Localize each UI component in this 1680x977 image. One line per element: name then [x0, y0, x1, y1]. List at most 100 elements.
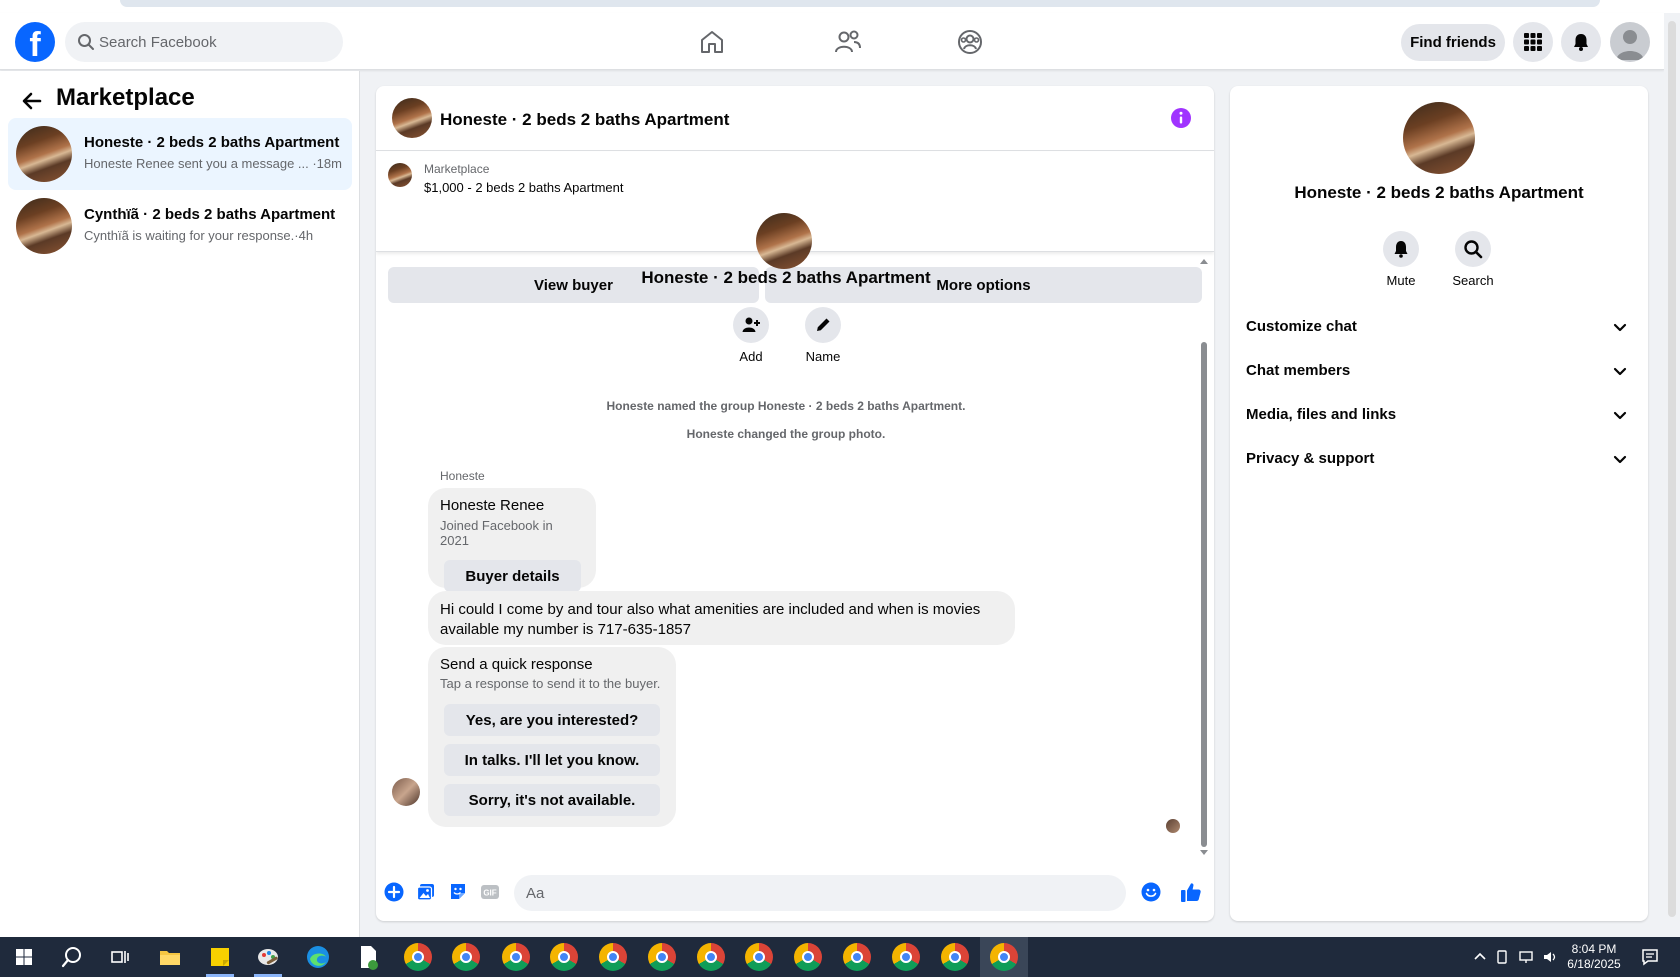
chrome-profile-icon[interactable]	[990, 943, 1018, 971]
sidebar-title: Marketplace	[56, 84, 195, 111]
sender-name: Honeste	[440, 469, 485, 483]
action-label: Name	[805, 349, 841, 364]
mute-action[interactable]: Mute	[1371, 231, 1431, 288]
conversation-item[interactable]: Cynthïã · 2 beds 2 baths Apartment Cynth…	[8, 190, 352, 262]
info-icon[interactable]	[1170, 107, 1192, 129]
group-photo-large[interactable]	[1403, 102, 1475, 174]
pencil-icon	[817, 318, 830, 331]
sticky-notes-icon[interactable]	[206, 943, 234, 971]
notification-center-icon[interactable]	[1640, 947, 1660, 967]
search-in-chat-action[interactable]: Search	[1443, 231, 1503, 288]
chrome-profile-icon[interactable]	[794, 943, 822, 971]
clock[interactable]: 8:04 PM 6/18/2025	[1552, 942, 1636, 972]
chat-panel: Honeste · 2 beds 2 baths Apartment Marke…	[376, 86, 1214, 921]
back-arrow-icon[interactable]	[20, 89, 44, 113]
network-icon[interactable]	[1518, 949, 1534, 965]
privacy-support-section[interactable]: Privacy & support	[1238, 437, 1640, 481]
search-icon	[1464, 240, 1483, 259]
chrome-profile-icon[interactable]	[502, 943, 530, 971]
clock-time: 8:04 PM	[1571, 942, 1617, 956]
chat-photo[interactable]	[392, 98, 432, 138]
chat-header: Honeste · 2 beds 2 baths Apartment	[376, 86, 1214, 151]
friends-icon[interactable]	[832, 26, 864, 58]
chrome-profile-icon[interactable]	[941, 943, 969, 971]
task-view-icon[interactable]	[106, 943, 134, 971]
info-panel-title: Honeste · 2 beds 2 baths Apartment	[1294, 183, 1584, 202]
marketplace-sidebar: Marketplace Honeste · 2 beds 2 baths Apa…	[0, 71, 360, 937]
find-friends-button[interactable]: Find friends	[1401, 24, 1505, 61]
search-box[interactable]	[65, 22, 343, 62]
buyer-details-button[interactable]: Buyer details	[444, 560, 581, 592]
sticker-icon[interactable]	[448, 882, 468, 902]
menu-grid-button[interactable]	[1513, 22, 1553, 62]
section-label: Customize chat	[1246, 318, 1357, 335]
quick-response-bubble: Send a quick response Tap a response to …	[428, 647, 676, 827]
chrome-profile-icon[interactable]	[843, 943, 871, 971]
chrome-profile-icon[interactable]	[892, 943, 920, 971]
tray-overflow-chevron-icon[interactable]	[1472, 949, 1488, 965]
conversation-preview: Cynthïã is waiting for your response.·4h	[84, 228, 314, 243]
bell-icon	[1574, 34, 1588, 51]
file-explorer-icon[interactable]	[156, 943, 184, 971]
message-composer: GIF	[376, 863, 1214, 921]
taskbar-search-icon[interactable]	[58, 943, 86, 971]
paint-icon[interactable]	[254, 943, 282, 971]
listing-price-title[interactable]: $1,000 - 2 beds 2 baths Apartment	[424, 180, 623, 195]
chrome-profile-icon[interactable]	[452, 943, 480, 971]
buyer-name: Honeste Renee	[440, 497, 545, 514]
chat-members-section[interactable]: Chat members	[1238, 349, 1640, 393]
like-thumb-icon[interactable]	[1180, 881, 1202, 903]
chrome-profile-icon[interactable]	[697, 943, 725, 971]
top-navigation-bar: f Find friends	[0, 13, 1664, 70]
device-icon[interactable]	[1494, 949, 1510, 965]
page-scrollbar-thumb[interactable]	[1668, 21, 1676, 917]
add-people-action[interactable]: Add	[721, 307, 781, 364]
chrome-profile-icon[interactable]	[550, 943, 578, 971]
facebook-logo[interactable]: f	[15, 22, 55, 62]
edit-name-action[interactable]: Name	[793, 307, 853, 364]
bell-icon	[1394, 241, 1408, 258]
chrome-profile-icon[interactable]	[648, 943, 676, 971]
action-label: Search	[1452, 273, 1494, 288]
quick-response-option[interactable]: Sorry, it's not available.	[444, 784, 660, 816]
action-label: Mute	[1386, 273, 1416, 288]
svg-text:GIF: GIF	[483, 889, 496, 898]
plus-circle-icon[interactable]	[384, 882, 404, 902]
search-input[interactable]	[99, 22, 329, 62]
message-thread[interactable]: Honeste · 2 beds 2 baths Apartment Add N…	[376, 213, 1214, 863]
edge-browser-icon[interactable]	[304, 943, 332, 971]
chat-title[interactable]: Honeste · 2 beds 2 baths Apartment	[440, 110, 729, 130]
customize-chat-section[interactable]: Customize chat	[1238, 305, 1640, 349]
chat-scrollbar[interactable]	[1201, 342, 1207, 847]
chrome-profile-icon[interactable]	[599, 943, 627, 971]
account-avatar-button[interactable]	[1610, 22, 1650, 62]
groups-icon[interactable]	[954, 26, 986, 58]
windows-taskbar: 8:04 PM 6/18/2025	[0, 937, 1680, 977]
photo-icon[interactable]	[416, 882, 436, 902]
page-scrollbar[interactable]	[1664, 13, 1680, 937]
group-photo	[756, 213, 812, 269]
scroll-up-arrow[interactable]	[1200, 259, 1208, 264]
media-files-links-section[interactable]: Media, files and links	[1238, 393, 1640, 437]
gif-icon[interactable]: GIF	[480, 882, 500, 902]
message-input[interactable]	[514, 875, 1126, 911]
listing-source: Marketplace	[424, 162, 490, 176]
chevron-down-icon	[1613, 367, 1627, 376]
chrome-profile-icon[interactable]	[745, 943, 773, 971]
quick-response-option[interactable]: In talks. I'll let you know.	[444, 744, 660, 776]
windows-start-icon[interactable]	[10, 943, 38, 971]
quick-response-subtitle: Tap a response to send it to the buyer.	[440, 676, 661, 691]
quick-response-option[interactable]: Yes, are you interested?	[444, 704, 660, 736]
browser-address-bar-edge	[120, 0, 1600, 7]
chrome-profile-icon[interactable]	[404, 943, 432, 971]
chevron-down-icon	[1613, 411, 1627, 420]
home-icon[interactable]	[696, 26, 728, 58]
sender-avatar[interactable]	[392, 778, 420, 806]
chat-info-panel: Honeste · 2 beds 2 baths Apartment Mute …	[1230, 86, 1648, 921]
notifications-button[interactable]	[1561, 22, 1601, 62]
emoji-icon[interactable]	[1141, 882, 1161, 902]
quick-response-title: Send a quick response	[440, 656, 593, 673]
conversation-item[interactable]: Honeste · 2 beds 2 baths Apartment Hones…	[8, 118, 352, 190]
document-app-icon[interactable]	[354, 943, 382, 971]
scroll-down-arrow[interactable]	[1200, 850, 1208, 855]
